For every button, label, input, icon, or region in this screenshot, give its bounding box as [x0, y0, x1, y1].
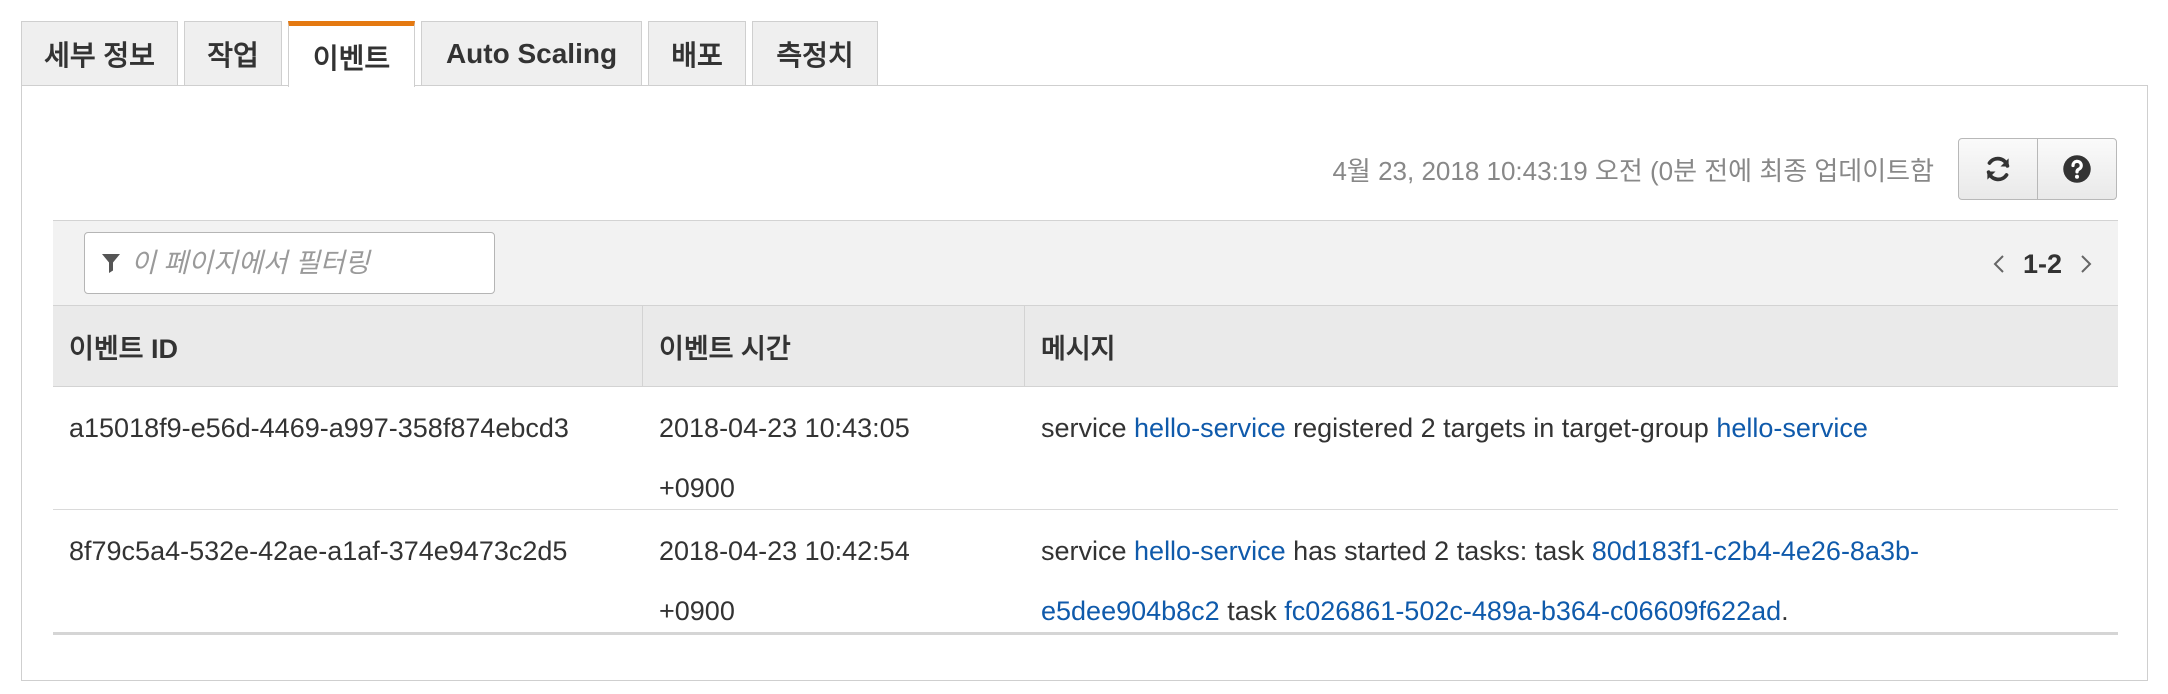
table-filter-bar: 1-2 [53, 220, 2118, 306]
filter-icon [102, 254, 120, 273]
column-header-event-time[interactable]: 이벤트 시간 [643, 306, 1025, 386]
refresh-icon [1986, 156, 2010, 182]
event-time-cell: 2018-04-23 10:42:54 +0900 [643, 510, 1025, 632]
message-text: . [1781, 596, 1789, 626]
event-id-cell: a15018f9-e56d-4469-a997-358f874ebcd3 [69, 413, 569, 443]
tab-auto-scaling[interactable]: Auto Scaling [421, 21, 642, 86]
event-time-date: 2018-04-23 10:43:05 [659, 413, 910, 443]
last-updated-text: 4월 23, 2018 10:43:19 오전 (0분 전에 최종 업데이트함 [1332, 156, 1934, 186]
task-link[interactable]: fc026861-502c-489a-b364-c06609f622ad [1284, 596, 1781, 626]
help-icon [2063, 155, 2091, 183]
chevron-left-icon [1993, 255, 2004, 273]
service-link[interactable]: hello-service [1134, 536, 1286, 566]
events-table: 1-2 이벤트 ID 이벤트 시간 메시지 a15018f9-e56d-4469… [53, 220, 2118, 638]
message-text: task [1219, 596, 1285, 626]
previous-page-button[interactable] [1993, 254, 2005, 274]
pagination: 1-2 [1993, 246, 2092, 282]
event-message-cell: service hello-service registered 2 targe… [1025, 387, 2118, 509]
message-text: has started 2 tasks: task [1285, 536, 1592, 566]
service-link[interactable]: hello-service [1134, 413, 1286, 443]
event-id-cell: 8f79c5a4-532e-42ae-a1af-374e9473c2d5 [69, 536, 568, 566]
tab-metrics[interactable]: 측정치 [752, 21, 878, 86]
tab-deployments[interactable]: 배포 [648, 21, 746, 86]
tab-bar: 세부 정보 작업 이벤트 Auto Scaling 배포 측정치 [21, 21, 884, 87]
event-message-cell: service hello-service has started 2 task… [1025, 510, 2118, 632]
message-text: service [1041, 413, 1135, 443]
table-row: 8f79c5a4-532e-42ae-a1af-374e9473c2d5 201… [53, 510, 2118, 635]
tab-events[interactable]: 이벤트 [288, 21, 415, 87]
event-time-cell: 2018-04-23 10:43:05 +0900 [643, 387, 1025, 509]
message-text: service [1041, 536, 1135, 566]
toolbar-button-group [1958, 138, 2117, 200]
tab-tasks[interactable]: 작업 [184, 21, 282, 86]
refresh-button[interactable] [1959, 139, 2037, 199]
event-time-date: 2018-04-23 10:42:54 [659, 536, 910, 566]
table-header: 이벤트 ID 이벤트 시간 메시지 [53, 306, 2118, 387]
filter-input[interactable] [129, 246, 473, 280]
events-panel: 4월 23, 2018 10:43:19 오전 (0분 전에 최종 업데이트함 [21, 85, 2148, 681]
filter-field[interactable] [84, 232, 495, 294]
tab-details[interactable]: 세부 정보 [21, 21, 178, 86]
message-text: registered 2 targets in target-group [1285, 413, 1717, 443]
chevron-right-icon [2081, 255, 2092, 273]
column-header-event-id[interactable]: 이벤트 ID [53, 306, 643, 386]
column-header-message[interactable]: 메시지 [1025, 306, 2118, 386]
help-button[interactable] [2037, 139, 2116, 199]
table-row: a15018f9-e56d-4469-a997-358f874ebcd3 201… [53, 387, 2118, 510]
page-range: 1-2 [2022, 248, 2062, 279]
target-group-link[interactable]: hello-service [1716, 413, 1868, 443]
event-time-offset: +0900 [659, 596, 735, 626]
next-page-button[interactable] [2080, 254, 2092, 274]
event-time-offset: +0900 [659, 473, 735, 503]
